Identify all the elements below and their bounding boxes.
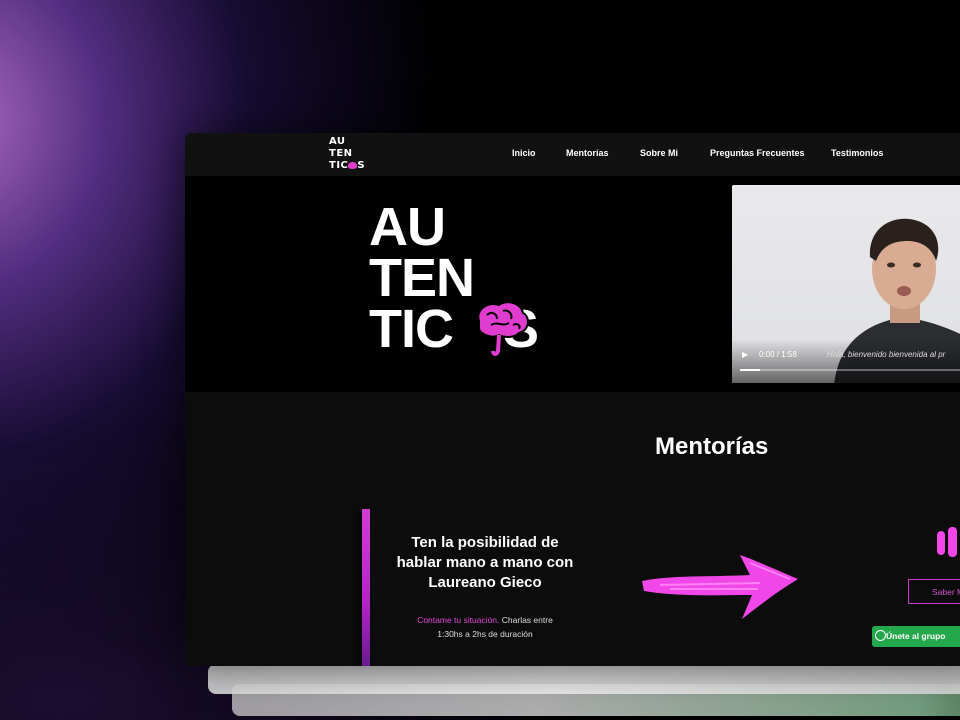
video-controls: ▶ 0:00 / 1:58 Hola, bienvenido bienvenid… <box>732 339 960 383</box>
section-title-mentorias: Mentorías <box>655 433 769 460</box>
whatsapp-join-button[interactable]: Únete al grupo <box>872 626 960 647</box>
hero-logo: AU TEN TICS <box>369 197 539 356</box>
whatsapp-icon <box>875 630 886 641</box>
browser-window: AU TEN TIC S Inicio Mentorías Sobre Mi Pr… <box>185 133 960 666</box>
hero-logo-line: TEN <box>369 248 475 308</box>
hero-logo-line: TICS <box>369 301 539 356</box>
mentoria-card-heading: Ten la posibilidad de hablar mano a mano… <box>396 534 574 591</box>
mentoria-card-description: Contame tu situación. Charlas entre 1:30… <box>410 614 560 641</box>
nav-item-testimonios[interactable]: Testimonios <box>831 148 883 158</box>
nav-item-mentorias[interactable]: Mentorías <box>566 148 609 158</box>
intro-video-player[interactable]: ▶ 0:00 / 1:58 Hola, bienvenido bienvenid… <box>732 185 960 383</box>
description-highlight: Contame tu situación. <box>417 615 500 625</box>
play-icon[interactable]: ▶ <box>742 350 748 359</box>
hero-logo-line: AU <box>369 197 446 257</box>
nav-item-inicio[interactable]: Inicio <box>512 148 536 158</box>
logo-line: TEN <box>329 148 353 159</box>
hero-section: AU TEN TICS <box>185 176 960 392</box>
card-accent-bar <box>362 509 370 666</box>
logo-line: AU <box>329 136 346 147</box>
brain-icon <box>477 301 529 356</box>
video-progress-bar[interactable] <box>740 369 960 371</box>
logo-line: TIC S <box>329 160 366 171</box>
site-logo[interactable]: AU TEN TIC S <box>329 136 369 174</box>
saber-mas-button[interactable]: Saber M <box>908 579 960 604</box>
video-time: 0:00 / 1:58 <box>759 350 797 359</box>
brain-icon <box>937 527 957 557</box>
top-navbar: AU TEN TIC S Inicio Mentorías Sobre Mi Pr… <box>185 133 960 176</box>
video-caption: Hola, bienvenido bienvenida al pr <box>827 350 946 359</box>
brush-arrow-icon <box>642 555 798 619</box>
whatsapp-button-label: Únete al grupo <box>886 631 946 641</box>
background-card-stack <box>208 664 960 694</box>
video-progress-fill <box>740 369 760 371</box>
nav-item-sobre-mi[interactable]: Sobre Mi <box>640 148 678 158</box>
nav-item-preguntas-frecuentes[interactable]: Preguntas Frecuentes <box>710 148 805 158</box>
